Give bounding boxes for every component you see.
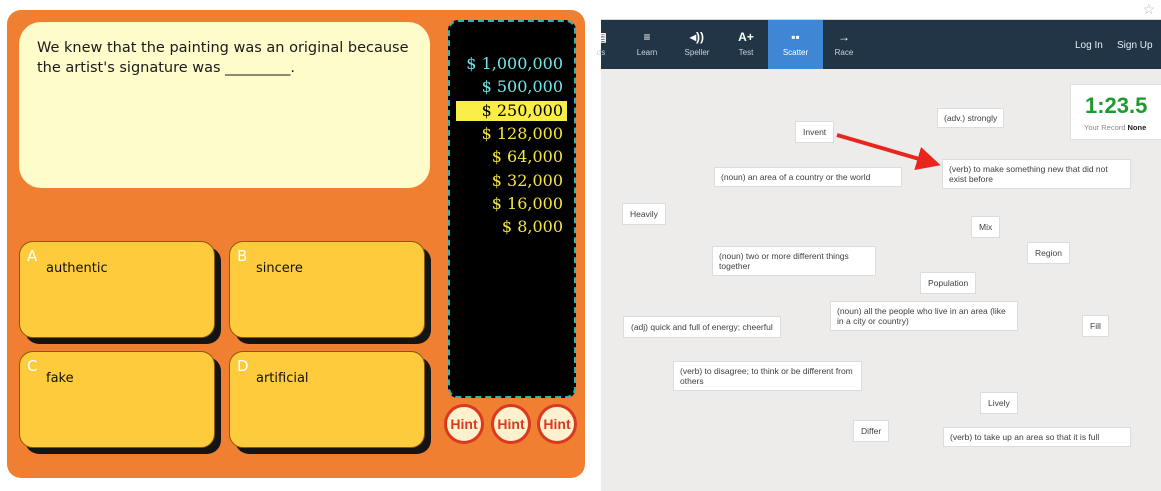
prize-level: $ 32,000	[491, 171, 563, 190]
hint-button-1[interactable]: Hint	[444, 404, 484, 444]
hint-button-3[interactable]: Hint	[537, 404, 577, 444]
answer-text: fake	[46, 371, 74, 386]
arrow-line	[836, 133, 941, 171]
answer-text: authentic	[46, 261, 108, 276]
answer-letter: B	[237, 247, 248, 265]
question-text: We knew that the painting was an origina…	[37, 40, 409, 76]
answer-letter: D	[237, 357, 249, 375]
screenshot-root: We knew that the painting was an origina…	[0, 0, 1161, 491]
question-box: We knew that the painting was an origina…	[19, 22, 430, 188]
prize-level: $ 1,000,000	[466, 54, 563, 73]
answer-d-button[interactable]: D artificial	[229, 351, 425, 448]
answer-text: sincere	[256, 261, 303, 276]
answer-b-button[interactable]: B sincere	[229, 241, 425, 338]
answer-letter: C	[27, 357, 38, 375]
prize-ladder: $ 1,000,000 $ 500,000 $ 250,000 $ 128,00…	[448, 20, 576, 398]
annotation-arrow	[836, 133, 941, 171]
scatter-game-window: ☆ ▤ ds ≡ Learn ◂)) Speller A+ Test ▪▪ Sc…	[595, 0, 1161, 491]
answer-letter: A	[27, 247, 38, 265]
prize-level: $ 128,000	[481, 124, 563, 143]
answer-c-button[interactable]: C fake	[19, 351, 215, 448]
hint-button-2[interactable]: Hint	[491, 404, 531, 444]
prize-level: $ 16,000	[491, 194, 563, 213]
prize-level: $ 8,000	[501, 217, 563, 236]
prize-level-current: $ 250,000	[456, 101, 567, 121]
prize-level: $ 500,000	[481, 77, 563, 96]
quiz-game-panel: We knew that the painting was an origina…	[7, 10, 585, 478]
prize-level: $ 64,000	[491, 147, 563, 166]
answer-text: artificial	[256, 371, 309, 386]
answer-a-button[interactable]: A authentic	[19, 241, 215, 338]
